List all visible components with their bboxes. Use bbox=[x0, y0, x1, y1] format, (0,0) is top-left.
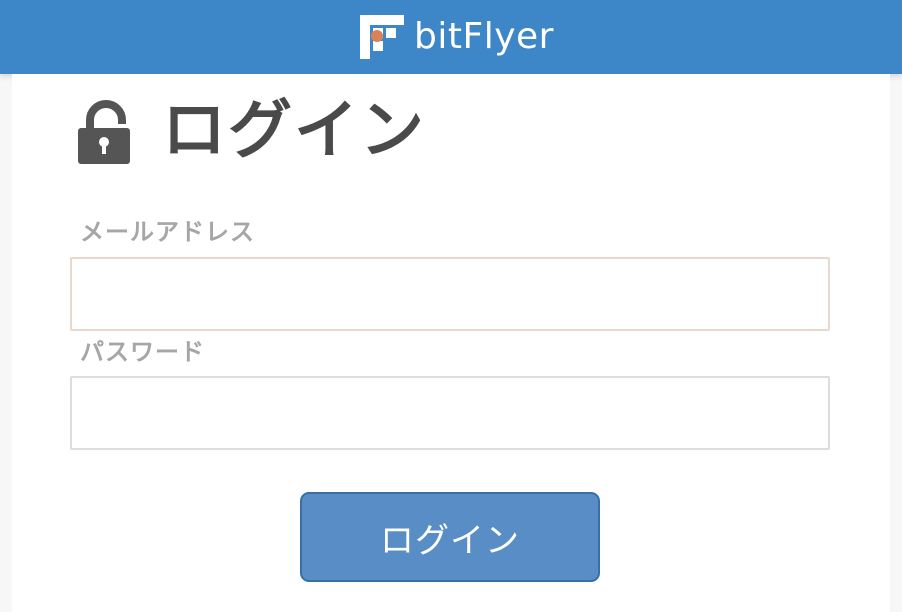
email-label: メールアドレス bbox=[80, 218, 255, 246]
lock-icon bbox=[78, 100, 130, 164]
password-field[interactable] bbox=[70, 376, 830, 450]
bitflyer-logo-icon bbox=[360, 15, 405, 59]
page-title: ログイン bbox=[162, 94, 426, 168]
password-label: パスワード bbox=[80, 338, 205, 366]
title-row: ログイン bbox=[76, 96, 426, 166]
top-header: bitFlyer bbox=[0, 0, 902, 74]
login-button[interactable]: ログイン bbox=[300, 492, 600, 582]
brand[interactable]: bitFlyer bbox=[360, 15, 554, 59]
email-field[interactable] bbox=[70, 257, 830, 331]
brand-name: bitFlyer bbox=[414, 16, 554, 57]
login-card: ログイン メールアドレス パスワード ログイン bbox=[12, 74, 890, 612]
